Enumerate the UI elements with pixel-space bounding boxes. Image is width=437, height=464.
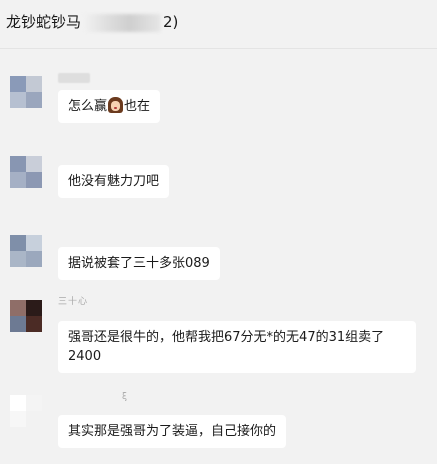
avatar-tile	[10, 411, 26, 427]
avatar-tile	[26, 92, 42, 108]
avatar-tile	[10, 251, 26, 267]
avatar-tile	[26, 411, 42, 427]
avatar-tile	[26, 172, 42, 188]
avatar-tile	[26, 300, 42, 316]
message-bubble[interactable]: 强哥还是很牛的，他帮我把67分无*的无47的31组卖了2400	[58, 321, 416, 373]
girl-face-emoji-icon	[108, 97, 124, 113]
message-text: 怎么赢	[68, 99, 108, 114]
avatar[interactable]	[10, 76, 42, 108]
avatar-tile	[26, 235, 42, 251]
avatar-tile	[10, 156, 26, 172]
avatar-tile	[10, 300, 26, 316]
chat-title: 龙钞蛇钞马 2)	[6, 10, 178, 34]
chat-title-prefix: 龙钞蛇钞马	[6, 13, 82, 31]
avatar[interactable]	[10, 300, 42, 332]
avatar-tile	[26, 251, 42, 267]
redacted-title-segment	[83, 13, 162, 32]
message-bubble[interactable]: 其实那是强哥为了装逼，自己接你的	[58, 415, 287, 448]
avatar-tile	[26, 156, 42, 172]
chat-header: 龙钞蛇钞马 2)	[0, 0, 437, 49]
message-bubble[interactable]: 据说被套了三十多张089	[58, 247, 220, 280]
avatar-tile	[26, 395, 42, 411]
avatar-tile	[10, 395, 26, 411]
avatar-tile	[10, 92, 26, 108]
avatar-tile	[10, 235, 26, 251]
avatar-tile	[10, 316, 26, 332]
avatar-tile	[26, 76, 42, 92]
sender-name-redacted	[58, 73, 90, 83]
message-text: 他没有魅力刀吧	[68, 174, 160, 189]
message-bubble[interactable]: 他没有魅力刀吧	[58, 165, 170, 198]
avatar-tile	[26, 316, 42, 332]
avatar[interactable]	[10, 395, 42, 427]
chat-title-suffix: 2)	[163, 13, 179, 31]
sender-name: 三十心	[58, 297, 89, 307]
avatar-tile	[10, 76, 26, 92]
avatar-tile	[10, 172, 26, 188]
message-text: 强哥还是很牛的，他帮我把67分无*的无47的31组卖了2400	[68, 330, 385, 364]
message-text: 也在	[124, 99, 151, 114]
avatar[interactable]	[10, 156, 42, 188]
message-bubble[interactable]: 怎么赢 也在	[58, 90, 161, 123]
avatar[interactable]	[10, 235, 42, 267]
message-text: 其实那是强哥为了装逼，自己接你的	[68, 424, 277, 439]
message-text: 据说被套了三十多张089	[68, 256, 210, 271]
sender-name: ξ	[122, 392, 129, 402]
